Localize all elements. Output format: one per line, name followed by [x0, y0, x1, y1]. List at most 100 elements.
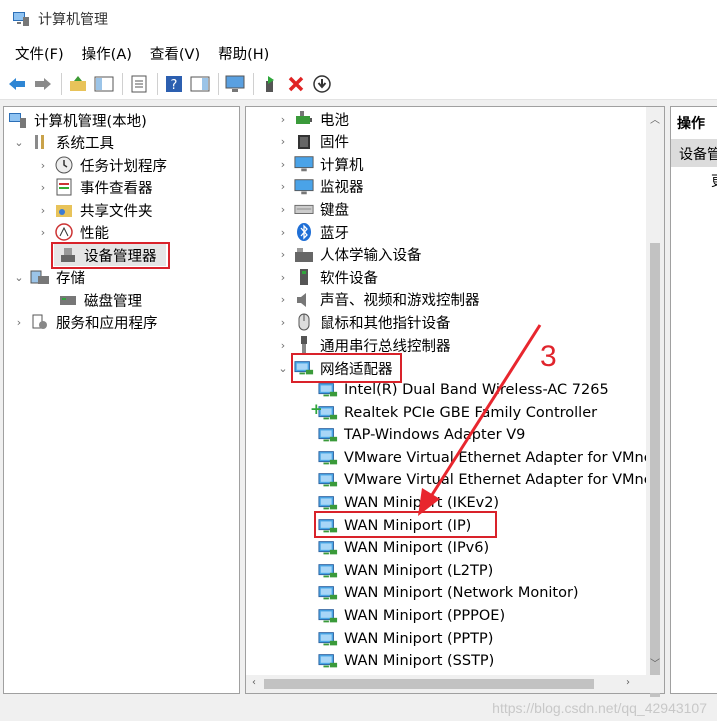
horizontal-scrollbar[interactable]: ‹ ›: [246, 675, 664, 693]
network-adapter-item[interactable]: WAN Miniport (SSTP): [318, 650, 494, 672]
scrollbar-thumb[interactable]: [264, 679, 594, 689]
software-device-icon: [294, 268, 314, 286]
device-category-row[interactable]: › 电池: [276, 108, 349, 130]
chevron-right-icon[interactable]: ›: [276, 157, 290, 171]
chevron-right-icon[interactable]: ›: [276, 270, 290, 284]
tree-item-system-tools[interactable]: ⌄ 系统工具: [12, 131, 114, 153]
chevron-right-icon[interactable]: ›: [36, 180, 50, 194]
tree-item-label: 共享文件夹: [80, 203, 153, 220]
device-category-label: 蓝牙: [320, 225, 349, 242]
chevron-right-icon[interactable]: ›: [276, 248, 290, 262]
chevron-right-icon[interactable]: ›: [276, 112, 290, 126]
menu-bar: 文件(F) 操作(A) 查看(V) 帮助(H): [0, 38, 717, 68]
tools-icon: [30, 133, 50, 151]
chevron-right-icon[interactable]: ›: [36, 158, 50, 172]
tree-item-disk-management[interactable]: 磁盘管理: [54, 289, 142, 311]
device-category-label: 人体学输入设备: [320, 248, 422, 265]
update-driver-icon[interactable]: [310, 72, 334, 96]
device-tree-panel: › 电池 › 固件 › 计算机 › 监视器 › 键盘 › 蓝牙 › 人体学输入设备 › 软件设备 › 声音、视频和…: [245, 106, 665, 701]
watermark: https://blog.csdn.net/qq_42943107: [492, 700, 707, 716]
tree-item-performance[interactable]: › 性能: [36, 221, 109, 243]
network-adapter-item[interactable]: + Realtek PCIe GBE Family Controller: [310, 400, 597, 424]
menu-help[interactable]: 帮助(H): [209, 39, 278, 68]
usb-icon: [294, 336, 314, 354]
scroll-right-icon[interactable]: ›: [626, 677, 630, 688]
device-category-row[interactable]: › 鼠标和其他指针设备: [276, 311, 451, 333]
chevron-down-icon[interactable]: ⌄: [276, 361, 290, 375]
chevron-right-icon[interactable]: ›: [276, 293, 290, 307]
enable-device-icon[interactable]: [258, 72, 282, 96]
monitor-icon[interactable]: [223, 72, 247, 96]
tree-item-services-apps[interactable]: › 服务和应用程序: [12, 311, 158, 333]
actions-sub-item[interactable]: 更: [711, 171, 717, 191]
menu-view[interactable]: 查看(V): [141, 39, 209, 68]
network-adapter-item[interactable]: WAN Miniport (PPTP): [318, 628, 493, 650]
performance-icon: [54, 223, 74, 241]
device-category-row[interactable]: › 计算机: [276, 153, 364, 175]
device-category-row[interactable]: › 人体学输入设备: [276, 244, 422, 266]
chevron-right-icon[interactable]: ›: [36, 203, 50, 217]
network-adapter-icon: [318, 607, 338, 625]
chevron-right-icon[interactable]: ›: [276, 338, 290, 352]
tree-item-event-viewer[interactable]: › 事件查看器: [36, 176, 153, 198]
tree-item-shared-folders[interactable]: › 共享文件夹: [36, 199, 153, 221]
device-category-row[interactable]: › 蓝牙: [276, 221, 349, 243]
network-adapter-item[interactable]: WAN Miniport (IPv6): [318, 537, 489, 559]
help-icon[interactable]: ?: [162, 72, 186, 96]
chevron-right-icon[interactable]: ›: [36, 225, 50, 239]
scroll-left-icon[interactable]: ‹: [252, 677, 256, 688]
chevron-right-icon[interactable]: ›: [276, 180, 290, 194]
tree-item-storage[interactable]: ⌄ 存储: [12, 266, 85, 288]
show-action-pane-icon[interactable]: [188, 72, 212, 96]
title-bar: 计算机管理: [0, 0, 717, 38]
services-icon: [30, 313, 50, 331]
chevron-right-icon[interactable]: ›: [276, 202, 290, 216]
tree-item-task-scheduler[interactable]: › 任务计划程序: [36, 154, 167, 176]
chevron-right-icon[interactable]: ›: [276, 135, 290, 149]
device-category-row[interactable]: › 键盘: [276, 198, 349, 220]
chevron-down-icon[interactable]: ⌄: [12, 135, 26, 149]
computer-management-icon: [13, 12, 29, 26]
svg-text:?: ?: [171, 78, 178, 93]
network-adapter-label: VMware Virtual Ethernet Adapter for VMne…: [344, 472, 646, 489]
computer-icon: [294, 155, 314, 173]
chevron-right-icon[interactable]: ›: [276, 225, 290, 239]
device-category-row[interactable]: › 软件设备: [276, 266, 378, 288]
network-adapter-item[interactable]: VMware Virtual Ethernet Adapter for VMne…: [318, 447, 646, 469]
menu-action[interactable]: 操作(A): [73, 39, 141, 68]
navigation-tree-panel: 计算机管理(本地) ⌄ 系统工具 › 任务计划程序 › 事件查看器 › 共享文件…: [3, 106, 240, 694]
menu-file[interactable]: 文件(F): [6, 39, 73, 68]
forward-icon[interactable]: [31, 72, 55, 96]
tree-item-label: 系统工具: [56, 135, 114, 152]
tree-item-label: 磁盘管理: [84, 293, 142, 310]
bluetooth-icon: [294, 223, 314, 241]
device-category-row[interactable]: › 监视器: [276, 176, 364, 198]
tree-item-computer-management[interactable]: 计算机管理(本地): [8, 109, 147, 131]
network-adapters-highlight: [291, 353, 402, 383]
network-adapter-label: TAP-Windows Adapter V9: [344, 427, 526, 444]
network-adapter-item[interactable]: WAN Miniport (Network Monitor): [318, 582, 579, 604]
chevron-right-icon[interactable]: ›: [276, 315, 290, 329]
network-adapter-item[interactable]: WAN Miniport (PPPOE): [318, 605, 505, 627]
actions-selected-item[interactable]: 设备管: [671, 139, 717, 167]
network-adapter-item[interactable]: TAP-Windows Adapter V9: [318, 424, 525, 446]
network-adapter-item[interactable]: VMware Virtual Ethernet Adapter for VMne…: [318, 469, 646, 491]
back-icon[interactable]: [5, 72, 29, 96]
network-adapter-label: WAN Miniport (IPv6): [344, 540, 490, 557]
network-adapter-label: WAN Miniport (SSTP): [344, 653, 495, 670]
up-folder-icon[interactable]: [66, 72, 90, 96]
network-adapter-item[interactable]: WAN Miniport (L2TP): [318, 560, 493, 582]
clock-icon: [54, 156, 74, 174]
chevron-down-icon[interactable]: ⌄: [12, 270, 26, 284]
scroll-down-icon[interactable]: ﹀: [650, 655, 660, 670]
device-category-row[interactable]: › 声音、视频和游戏控制器: [276, 289, 480, 311]
scroll-up-icon[interactable]: ︿: [650, 111, 660, 126]
vertical-scrollbar[interactable]: ︿ ﹀: [646, 107, 664, 701]
properties-icon[interactable]: [127, 72, 151, 96]
uninstall-icon[interactable]: [284, 72, 308, 96]
chevron-right-icon[interactable]: ›: [12, 315, 26, 329]
device-category-row[interactable]: › 固件: [276, 131, 349, 153]
show-hide-tree-icon[interactable]: [92, 72, 116, 96]
device-category-label: 电池: [320, 112, 349, 129]
scrollbar-thumb[interactable]: [650, 243, 660, 701]
